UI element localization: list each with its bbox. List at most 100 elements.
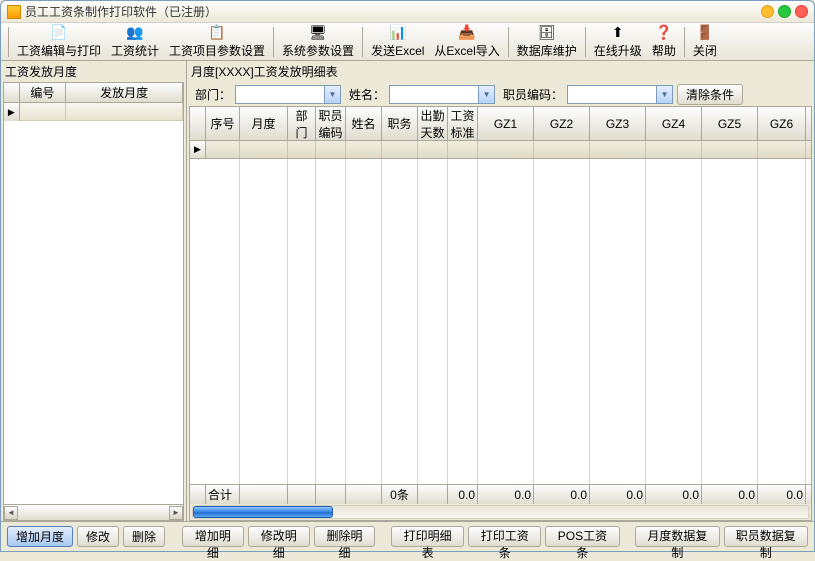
code-input[interactable] (568, 86, 656, 103)
toolbar-2[interactable]: 📋工资项目参数设置 (164, 23, 270, 61)
footer-cell (240, 485, 288, 504)
footer-cell (418, 485, 448, 504)
close-button[interactable] (795, 5, 808, 18)
tool-label: 系统参数设置 (282, 42, 354, 59)
window-title: 员工工资条制作打印软件（已注册） (25, 3, 757, 20)
toolbar-3[interactable]: 🖥系统参数设置 (277, 23, 359, 61)
col-header[interactable]: GZ5 (702, 107, 758, 140)
col-header[interactable]: 序号 (206, 107, 240, 140)
tool-icon: 📄 (51, 25, 67, 41)
tool-label: 帮助 (652, 42, 676, 59)
minimize-button[interactable] (761, 5, 774, 18)
tool-label: 工资编辑与打印 (17, 42, 101, 59)
name-combo[interactable]: ▼ (389, 85, 495, 104)
app-icon (7, 5, 21, 19)
tool-icon: 📥 (459, 25, 475, 41)
scroll-left-icon[interactable]: ◄ (4, 506, 18, 520)
footer-cell: 0.0 (590, 485, 646, 504)
scroll-thumb[interactable] (193, 506, 333, 518)
footer-cell (346, 485, 382, 504)
tool-label: 关闭 (693, 42, 717, 59)
detail-grid[interactable]: 序号月度部门职员编码姓名职务出勤天数工资标准GZ1GZ2GZ3GZ4GZ5GZ6… (189, 106, 812, 521)
col-header[interactable]: 部门 (288, 107, 316, 140)
bottom-bar: 增加月度修改删除 增加明细修改明细删除明细 打印明细表打印工资条POS工资条 月… (1, 521, 814, 551)
btn-增加明细[interactable]: 增加明细 (182, 526, 244, 547)
btn-修改明细[interactable]: 修改明细 (248, 526, 310, 547)
tool-icon: ❓ (656, 25, 672, 41)
dept-combo[interactable]: ▼ (235, 85, 341, 104)
col-header[interactable]: GZ4 (646, 107, 702, 140)
btn-月度数据复制[interactable]: 月度数据复制 (635, 526, 719, 547)
filter-row: 部门： ▼ 姓名： ▼ 职员编码： ▼ 清除条件 (187, 82, 814, 106)
footer-cell: 0.0 (702, 485, 758, 504)
tool-icon: 📊 (390, 25, 406, 41)
toolbar-7[interactable]: ⬆在线升级 (589, 23, 647, 61)
toolbar-6[interactable]: 🗄数据库维护 (512, 23, 582, 61)
chevron-down-icon[interactable]: ▼ (324, 86, 340, 103)
footer-cell: 0.0 (448, 485, 478, 504)
footer-cell: 0.0 (478, 485, 534, 504)
col-header[interactable]: 职员编码 (316, 107, 346, 140)
tool-icon: ⬆ (610, 25, 626, 41)
right-panel-title: 月度[XXXX]工资发放明细表 (187, 61, 814, 82)
col-header[interactable]: 工资标准 (448, 107, 478, 140)
toolbar-4[interactable]: 📊发送Excel (366, 23, 429, 61)
tool-label: 数据库维护 (517, 42, 577, 59)
btn-增加月度[interactable]: 增加月度 (7, 526, 73, 547)
btn-修改[interactable]: 修改 (77, 526, 119, 547)
footer-cell (288, 485, 316, 504)
col-header[interactable]: GZ3 (590, 107, 646, 140)
tool-label: 发送Excel (371, 42, 424, 59)
tool-icon: 🖥 (310, 25, 326, 41)
dept-input[interactable] (236, 86, 324, 103)
code-combo[interactable]: ▼ (567, 85, 673, 104)
clear-filter-button[interactable]: 清除条件 (677, 84, 743, 105)
col-header[interactable]: GZ2 (534, 107, 590, 140)
tool-label: 从Excel导入 (434, 42, 499, 59)
scroll-right-icon[interactable]: ► (169, 506, 183, 520)
footer-cell: 0.0 (534, 485, 590, 504)
name-input[interactable] (390, 86, 478, 103)
footer-cell (316, 485, 346, 504)
hscroll[interactable] (190, 504, 811, 520)
col-header[interactable]: 编号 (20, 83, 67, 102)
btn-打印明细表[interactable]: 打印明细表 (391, 526, 464, 547)
footer-cell: 0条 (382, 485, 418, 504)
tool-label: 工资统计 (111, 42, 159, 59)
toolbar: 📄工资编辑与打印👥工资统计📋工资项目参数设置🖥系统参数设置📊发送Excel📥从E… (1, 23, 814, 61)
btn-POS工资条[interactable]: POS工资条 (545, 526, 619, 547)
toolbar-5[interactable]: 📥从Excel导入 (429, 23, 504, 61)
footer-cell: 合计 (206, 485, 240, 504)
dept-label: 部门： (195, 86, 231, 103)
toolbar-1[interactable]: 👥工资统计 (106, 23, 164, 61)
month-grid[interactable]: 编号发放月度 ▶ ◄ ► (3, 82, 184, 521)
col-header[interactable]: 姓名 (346, 107, 382, 140)
right-panel: 月度[XXXX]工资发放明细表 部门： ▼ 姓名： ▼ 职员编码： ▼ 清除条件… (187, 61, 814, 521)
col-header[interactable]: 职务 (382, 107, 418, 140)
btn-删除明细[interactable]: 删除明细 (314, 526, 376, 547)
btn-职员数据复制[interactable]: 职员数据复制 (724, 526, 808, 547)
chevron-down-icon[interactable]: ▼ (478, 86, 494, 103)
tool-label: 在线升级 (594, 42, 642, 59)
maximize-button[interactable] (778, 5, 791, 18)
col-header[interactable]: 出勤天数 (418, 107, 448, 140)
tool-label: 工资项目参数设置 (169, 42, 265, 59)
toolbar-8[interactable]: ❓帮助 (647, 23, 681, 61)
toolbar-0[interactable]: 📄工资编辑与打印 (12, 23, 106, 61)
left-panel: 工资发放月度 编号发放月度 ▶ ◄ ► (1, 61, 187, 521)
btn-打印工资条[interactable]: 打印工资条 (468, 526, 541, 547)
tool-icon: 📋 (209, 25, 225, 41)
toolbar-9[interactable]: 🚪关闭 (688, 23, 722, 61)
chevron-down-icon[interactable]: ▼ (656, 86, 672, 103)
tool-icon: 🗄 (539, 25, 555, 41)
col-header[interactable]: 月度 (240, 107, 288, 140)
footer-cell: 0.0 (758, 485, 806, 504)
col-header[interactable]: 发放月度 (66, 83, 183, 102)
col-header[interactable]: GZ1 (478, 107, 534, 140)
btn-删除[interactable]: 删除 (123, 526, 165, 547)
tool-icon: 🚪 (697, 25, 713, 41)
left-panel-title: 工资发放月度 (1, 61, 186, 82)
name-label: 姓名： (349, 86, 385, 103)
col-header[interactable]: GZ6 (758, 107, 806, 140)
footer-cell: 0.0 (646, 485, 702, 504)
